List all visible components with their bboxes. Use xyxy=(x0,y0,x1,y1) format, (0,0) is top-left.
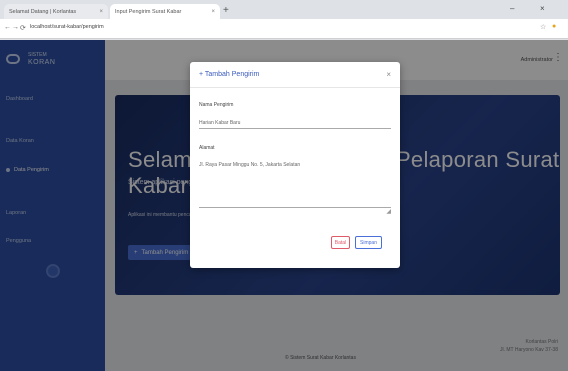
resize-handle-icon[interactable]: ◢ xyxy=(386,208,391,215)
close-tab-icon[interactable]: × xyxy=(99,9,103,15)
save-button[interactable]: Simpan xyxy=(355,236,382,249)
new-tab-button[interactable]: + xyxy=(223,5,229,16)
modal-title: + Tambah Pengirim xyxy=(199,71,259,78)
star-icon[interactable]: ☆ xyxy=(540,23,546,31)
modal-title-text: Tambah Pengirim xyxy=(204,71,260,78)
close-icon[interactable]: × xyxy=(386,70,391,79)
close-window-icon[interactable]: × xyxy=(540,4,545,13)
address-bar[interactable]: localhost/surat-kabar/pengirim xyxy=(30,24,104,30)
browser-toolbar: ← → ⟳ localhost/surat-kabar/pengirim ☆ ● xyxy=(0,19,568,39)
cancel-button[interactable]: Batal xyxy=(331,236,350,249)
address-textarea[interactable]: Jl. Raya Pasar Minggu No. 5, Jakarta Sel… xyxy=(199,162,391,208)
sender-name-label: Nama Pengirim xyxy=(199,102,234,108)
minimize-icon[interactable]: – xyxy=(510,4,514,13)
browser-tab-2-label: Input Pengirim Surat Kabar xyxy=(115,8,182,15)
reload-icon[interactable]: ⟳ xyxy=(20,24,26,32)
modal-header: + Tambah Pengirim × xyxy=(190,62,400,88)
browser-tab-1[interactable]: Selamat Datang | Korlantas × xyxy=(4,4,108,19)
close-tab-icon[interactable]: × xyxy=(211,9,215,15)
address-label: Alamat xyxy=(199,145,215,151)
browser-tab-2[interactable]: Input Pengirim Surat Kabar × xyxy=(110,4,220,19)
add-sender-modal: + Tambah Pengirim × Nama Pengirim Alamat… xyxy=(190,62,400,268)
extension-icon[interactable]: ● xyxy=(552,23,556,30)
forward-icon[interactable]: → xyxy=(12,24,19,31)
sender-name-input[interactable] xyxy=(199,117,391,129)
browser-tab-1-label: Selamat Datang | Korlantas xyxy=(9,8,77,15)
browser-tabbar: Selamat Datang | Korlantas × Input Pengi… xyxy=(0,0,568,19)
back-icon[interactable]: ← xyxy=(4,24,11,31)
